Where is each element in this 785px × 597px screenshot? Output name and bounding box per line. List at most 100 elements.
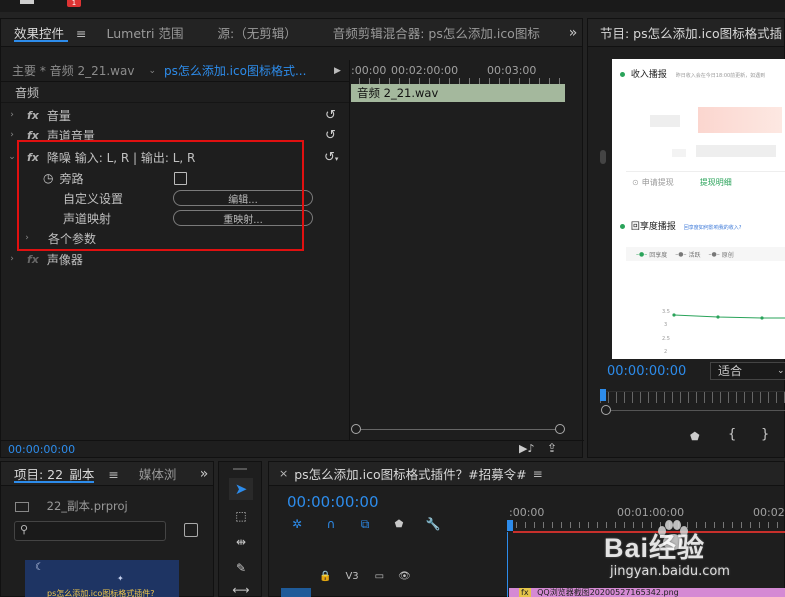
effect-panner[interactable]: › fx 声像器 <box>1 249 349 269</box>
new-bin-icon[interactable] <box>184 523 198 537</box>
export-icon[interactable]: ⇪ <box>547 441 557 455</box>
clip-header: 主要 * 音频 2_21.wav ⌄ ps怎么添加.ico图标格式... ▶ <box>1 60 349 82</box>
tab-project[interactable]: 项目: 22_副本 ≡ <box>1 464 129 483</box>
tl-ruler-tick-0: :00:00 <box>509 506 545 519</box>
timeline-timecode[interactable]: 00:00:00:00 <box>287 493 379 511</box>
scroll-handle-left[interactable] <box>351 424 361 434</box>
tab-lumetri-scopes[interactable]: Lumetri 范围 <box>96 23 193 42</box>
tl-ruler-tick-2: 00:02: <box>753 506 785 519</box>
section-audio: 音频 <box>1 83 349 103</box>
program-playhead[interactable] <box>600 389 606 401</box>
tab-menu-icon[interactable]: ≡ <box>108 467 118 482</box>
blurred-data-1 <box>650 115 680 127</box>
effect-controls-tabs: 效果控件 ≡ Lumetri 范围 源:（无剪辑） 音频剪辑混合器: ps怎么添… <box>1 19 582 47</box>
tools-panel: ➤ ⬚ ⇹ ✎ ⟷ <box>218 461 262 597</box>
legend-row: –●– 回享度 –●– 活跃 –●– 原创 <box>626 247 785 261</box>
project-panel: 项目: 22_副本 ≡ 媒体浏 » 22_副本.prproj ⚲ ☾ ✦ ps怎… <box>0 461 214 597</box>
slip-tool-icon[interactable]: ⟷ <box>229 582 253 597</box>
tab-audio-clip-mixer[interactable]: 音频剪辑混合器: ps怎么添加.ico图标 <box>323 23 550 42</box>
fit-dropdown[interactable]: 适合 ⌄ <box>710 362 785 380</box>
tab-source[interactable]: 源:（无剪辑） <box>208 23 307 42</box>
track-target-v1[interactable] <box>281 588 311 597</box>
master-clip-label[interactable]: 主要 * 音频 2_21.wav <box>12 62 134 79</box>
effect-controls-panel: 效果控件 ≡ Lumetri 范围 源:（无剪辑） 音频剪辑混合器: ps怎么添… <box>0 18 584 458</box>
expand-chevron-icon[interactable]: › <box>5 110 19 120</box>
razor-tool-icon[interactable]: ✎ <box>229 558 253 578</box>
section-audio-label: 音频 <box>15 86 40 100</box>
scroll-handle-right[interactable] <box>555 424 565 434</box>
ec-ruler-tick-2: 00:03:00 <box>487 64 537 77</box>
expand-chevron-icon[interactable]: › <box>5 130 19 140</box>
scroll-track[interactable] <box>361 429 555 430</box>
thumb-caption: ps怎么添加.ico图标格式插件? <box>47 589 155 597</box>
track-select-tool-icon[interactable]: ⬚ <box>229 506 253 526</box>
premiere-window: 1 效果控件 ≡ Lumetri 范围 源:（无剪辑） 音频剪辑混合器: ps怎… <box>0 0 785 597</box>
program-monitor-panel: 节目: ps怎么添加.ico图标格式插 收入播报 昨日收入会在今日18:00前更… <box>587 18 785 458</box>
notification-badge[interactable]: 1 <box>67 0 81 7</box>
panel-overflow-icon[interactable]: » <box>563 23 583 43</box>
close-tab-icon[interactable]: × <box>279 467 288 480</box>
program-ruler[interactable] <box>600 391 785 403</box>
track-header-v3: 🔒 V3 ▭ 👁 <box>269 565 507 587</box>
y-tick-2: 2.5 <box>662 336 670 342</box>
sequence-clip-link[interactable]: ps怎么添加.ico图标格式... <box>164 62 306 79</box>
program-zoom-track[interactable] <box>611 410 785 411</box>
selection-tool-icon[interactable]: ➤ <box>229 478 253 500</box>
effect-volume[interactable]: › fx 音量 ↺ <box>1 105 349 125</box>
project-search-input[interactable]: ⚲ <box>14 521 166 541</box>
reset-icon[interactable]: ↺ <box>325 108 336 123</box>
sync-icon[interactable]: ▭ <box>375 571 384 582</box>
play-audio-icon[interactable]: ▶♪ <box>519 442 534 455</box>
add-marker-icon[interactable]: ⬟ <box>391 516 407 532</box>
marker-icon[interactable]: ⬟ <box>690 430 700 443</box>
withdraw-icon: ⊙ <box>632 178 639 187</box>
withdraw-label: 申请提现 <box>641 178 674 187</box>
linked-selection-icon[interactable]: ⧉ <box>357 516 373 532</box>
program-timecode[interactable]: 00:00:00:00 <box>607 364 686 379</box>
moon-icon: ☾ <box>35 562 44 573</box>
mark-in-icon[interactable]: { <box>728 427 736 442</box>
ec-audio-clip-bar[interactable]: 音频 2_21.wav <box>351 84 565 102</box>
clip-dropdown-icon[interactable]: ⌄ <box>148 66 156 76</box>
play-clip-icon[interactable]: ▶ <box>334 66 341 76</box>
ec-divider[interactable] <box>349 60 350 440</box>
project-overflow-icon[interactable]: » <box>195 464 213 484</box>
blurred-data-3 <box>696 145 776 157</box>
ec-horizontal-scrollbar[interactable] <box>351 424 567 436</box>
tools-handle[interactable] <box>233 468 247 470</box>
tab-effect-controls[interactable]: 效果控件 ≡ <box>1 23 96 42</box>
expand-chevron-icon[interactable]: › <box>5 254 19 264</box>
tab-menu-icon[interactable]: ≡ <box>76 26 86 41</box>
tab-menu-icon[interactable]: ≡ <box>533 467 543 481</box>
ripple-edit-tool-icon[interactable]: ⇹ <box>229 532 253 552</box>
blurred-data-2 <box>698 107 782 133</box>
program-zoom-handle[interactable] <box>601 405 611 415</box>
tab-program[interactable]: 节目: ps怎么添加.ico图标格式插 <box>588 23 784 42</box>
project-thumbnail[interactable]: ☾ ✦ ps怎么添加.ico图标格式插件? <box>25 560 179 597</box>
timeline-tabs: × ps怎么添加.ico图标格式插件？#招募令# ≡ <box>269 462 784 486</box>
snap-icon[interactable]: ✲ <box>289 516 305 532</box>
fit-chevron-icon: ⌄ <box>777 366 785 376</box>
effect-panner-label: 声像器 <box>46 252 83 267</box>
mark-out-icon[interactable]: } <box>761 427 769 442</box>
magnet-icon[interactable]: ∩ <box>323 516 339 532</box>
highlight-box <box>17 140 304 251</box>
active-tab-underline <box>14 481 94 483</box>
tab-sequence[interactable]: ps怎么添加.ico图标格式插件？#招募令# <box>288 464 536 483</box>
eye-icon[interactable]: 👁 <box>398 571 411 582</box>
income-header: 收入播报 昨日收入会在今日18:00前更新，如遇到 <box>620 67 765 80</box>
return-title: 回享度播报 <box>630 222 676 232</box>
settings-wrench-icon[interactable]: 🔧 <box>425 516 441 532</box>
legend-return: 回享度 <box>649 251 668 259</box>
ec-timecode[interactable]: 00:00:00:00 <box>8 443 75 456</box>
tab-media-browser[interactable]: 媒体浏 <box>129 464 187 483</box>
fx-icon[interactable]: fx <box>27 109 39 122</box>
lock-icon[interactable]: 🔒 <box>319 571 331 582</box>
fx-icon[interactable]: fx <box>27 253 39 266</box>
menu-icon[interactable] <box>20 0 34 4</box>
tl-playhead[interactable] <box>507 520 513 531</box>
ec-ruler[interactable]: :00:00 00:02:00:00 00:03:00 <box>349 60 566 84</box>
reset-dropdown-icon[interactable]: ↺▾ <box>324 150 338 165</box>
monitor-left-handle[interactable] <box>600 150 606 164</box>
reset-icon[interactable]: ↺ <box>325 128 336 143</box>
